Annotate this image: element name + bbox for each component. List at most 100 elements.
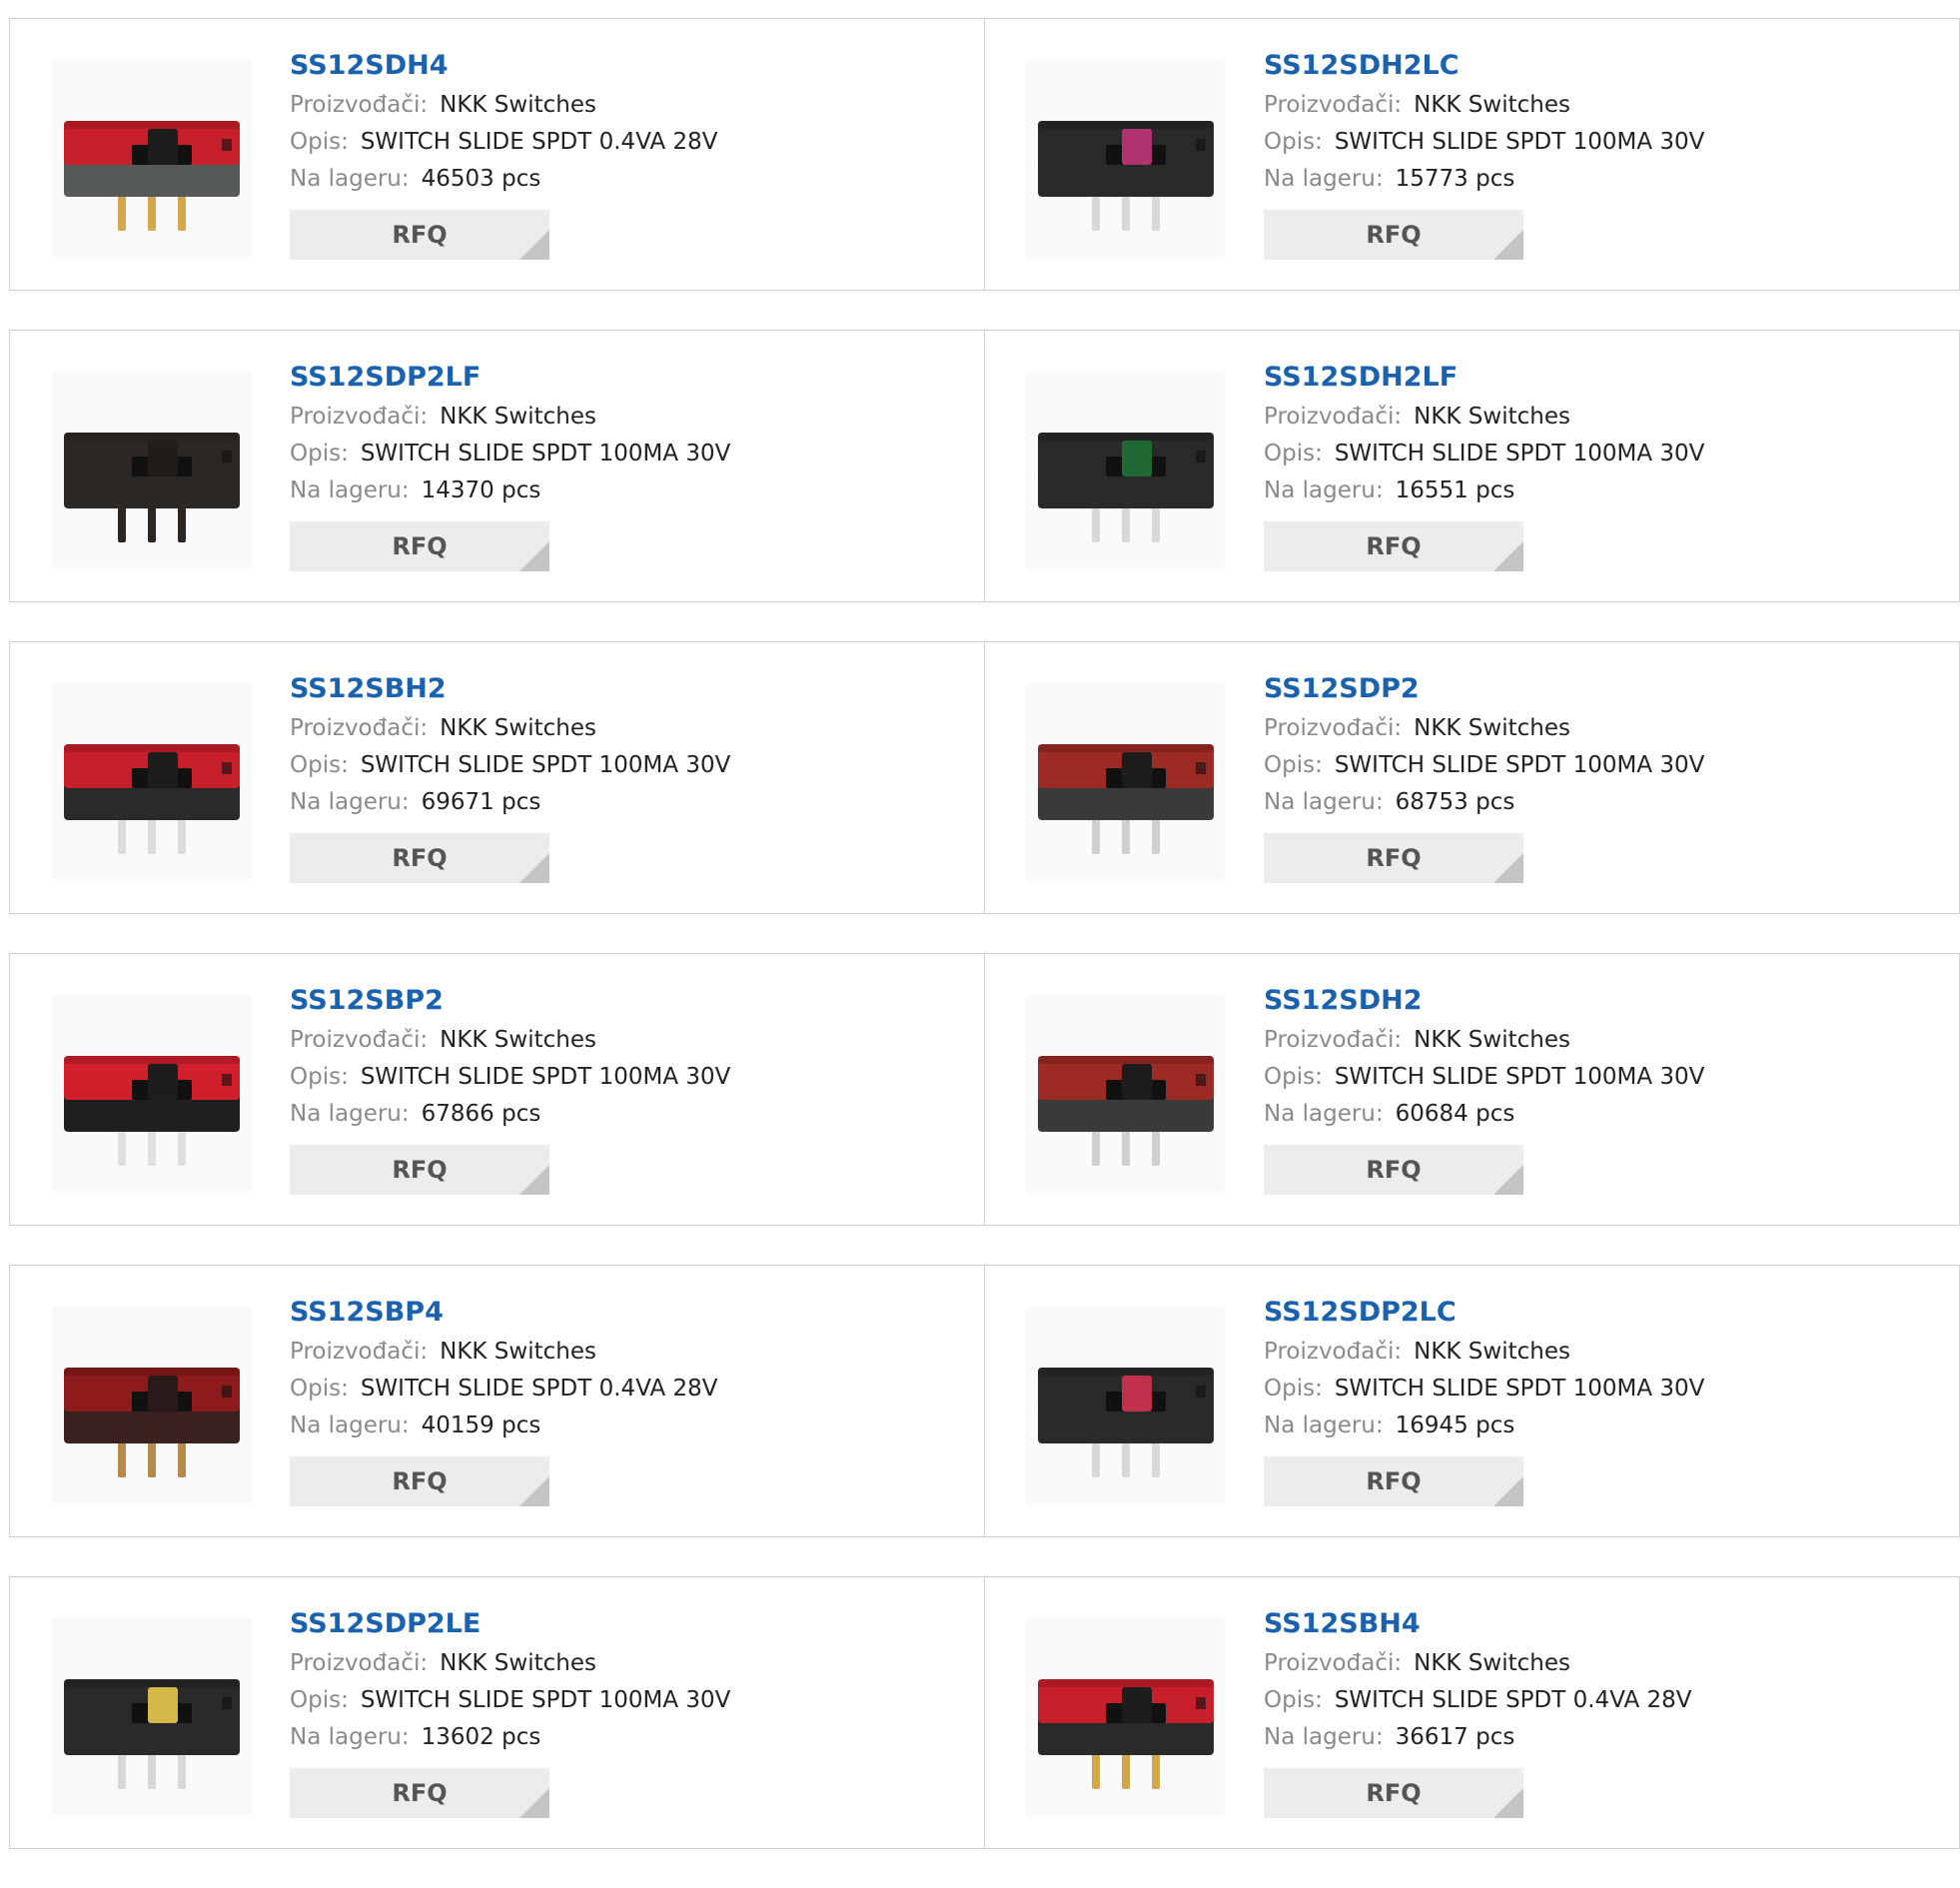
corner-triangle-icon (1493, 1165, 1523, 1195)
rfq-button[interactable]: RFQ (290, 1768, 549, 1818)
product-row: SS12SDH4 Proizvođači: NKK Switches Opis: S… (9, 18, 1960, 291)
part-number-link[interactable]: SS12SBP2 (290, 982, 730, 1022)
manufacturer-value: NKK Switches (1414, 1339, 1570, 1365)
stock-label: Na lageru: (290, 166, 410, 192)
switch-actuator (148, 441, 178, 476)
description-line: Opis: SWITCH SLIDE SPDT 100MA 30V (290, 747, 730, 784)
rfq-button[interactable]: RFQ (290, 1145, 549, 1195)
manufacturer-value: NKK Switches (440, 404, 596, 430)
switch-side-hole (1196, 1697, 1206, 1709)
switch-body-shade (64, 744, 240, 752)
description-label: Opis: (290, 1687, 349, 1713)
product-info: SS12SDP2 Proizvođači: NKK Switches Opis: S… (1264, 670, 1704, 883)
product-image[interactable] (1026, 1617, 1226, 1817)
description-value: SWITCH SLIDE SPDT 100MA 30V (360, 1687, 731, 1713)
stock-label: Na lageru: (1264, 477, 1384, 503)
manufacturer-line: Proizvođači: NKK Switches (290, 1645, 730, 1682)
rfq-label: RFQ (392, 221, 448, 249)
stock-line: Na lageru: 16945 pcs (1264, 1408, 1704, 1444)
product-image[interactable] (1026, 1306, 1226, 1505)
slide-switch-image (1038, 1056, 1214, 1166)
rfq-button[interactable]: RFQ (1264, 1768, 1523, 1818)
product-info: SS12SDP2LC Proizvođači: NKK Switches Opis… (1264, 1294, 1704, 1506)
rfq-button[interactable]: RFQ (290, 521, 549, 571)
description-line: Opis: SWITCH SLIDE SPDT 0.4VA 28V (290, 1371, 718, 1408)
slide-switch-image (64, 1056, 240, 1166)
manufacturer-label: Proizvođači: (1264, 92, 1403, 118)
stock-label: Na lageru: (290, 1724, 410, 1750)
switch-body-shade (64, 1368, 240, 1376)
product-image[interactable] (1026, 371, 1226, 570)
part-number-link[interactable]: SS12SDH4 (290, 47, 718, 87)
part-number-link[interactable]: SS12SDH2LC (1264, 47, 1704, 87)
product-card: SS12SDH4 Proizvođači: NKK Switches Opis: S… (9, 18, 985, 291)
manufacturer-label: Proizvođači: (1264, 715, 1403, 741)
manufacturer-label: Proizvođači: (1264, 1650, 1403, 1676)
switch-side-hole (1196, 139, 1206, 151)
description-line: Opis: SWITCH SLIDE SPDT 100MA 30V (1264, 747, 1704, 784)
product-info: SS12SDH2LF Proizvođači: NKK Switches Opis… (1264, 359, 1704, 571)
product-image[interactable] (52, 994, 252, 1194)
manufacturer-line: Proizvođači: NKK Switches (1264, 1022, 1704, 1059)
product-card: SS12SDP2LF Proizvođači: NKK Switches Opis… (9, 330, 985, 602)
product-info: SS12SDH2 Proizvođači: NKK Switches Opis: S… (1264, 982, 1704, 1195)
product-info: SS12SDH2LC Proizvođači: NKK Switches Opis… (1264, 47, 1704, 260)
stock-label: Na lageru: (290, 1101, 410, 1127)
part-number-link[interactable]: SS12SDH2LF (1264, 359, 1704, 399)
manufacturer-label: Proizvođači: (290, 1339, 429, 1365)
description-label: Opis: (290, 1064, 349, 1090)
product-image[interactable] (52, 682, 252, 882)
part-number-link[interactable]: SS12SDP2LF (290, 359, 730, 399)
description-label: Opis: (1264, 441, 1323, 467)
part-number-link[interactable]: SS12SDP2LE (290, 1605, 730, 1645)
rfq-button[interactable]: RFQ (1264, 1145, 1523, 1195)
stock-label: Na lageru: (290, 789, 410, 815)
product-card: SS12SBH4 Proizvođači: NKK Switches Opis: S… (985, 1576, 1960, 1849)
product-image[interactable] (52, 1306, 252, 1505)
slide-switch-image (1038, 744, 1214, 854)
rfq-button[interactable]: RFQ (1264, 1456, 1523, 1506)
product-image[interactable] (52, 59, 252, 259)
product-image[interactable] (52, 1617, 252, 1817)
rfq-label: RFQ (1366, 532, 1422, 560)
switch-side-hole (222, 451, 232, 463)
rfq-label: RFQ (1366, 844, 1422, 872)
rfq-button[interactable]: RFQ (290, 210, 549, 260)
part-number-link[interactable]: SS12SBH2 (290, 670, 730, 710)
manufacturer-value: NKK Switches (1414, 404, 1570, 430)
corner-triangle-icon (1493, 1788, 1523, 1818)
part-number-link[interactable]: SS12SBH4 (1264, 1605, 1692, 1645)
manufacturer-value: NKK Switches (1414, 1650, 1570, 1676)
stock-line: Na lageru: 60684 pcs (1264, 1096, 1704, 1133)
switch-body-shade (64, 1056, 240, 1064)
slide-switch-image (64, 1368, 240, 1477)
corner-triangle-icon (519, 230, 549, 260)
switch-body-shade (64, 121, 240, 129)
description-label: Opis: (290, 1376, 349, 1402)
manufacturer-line: Proizvođači: NKK Switches (290, 1334, 718, 1371)
stock-value: 46503 pcs (421, 166, 541, 192)
rfq-button[interactable]: RFQ (1264, 833, 1523, 883)
rfq-button[interactable]: RFQ (290, 1456, 549, 1506)
part-number-link[interactable]: SS12SDH2 (1264, 982, 1704, 1022)
part-number-link[interactable]: SS12SDP2 (1264, 670, 1704, 710)
switch-actuator (148, 1064, 178, 1100)
description-value: SWITCH SLIDE SPDT 100MA 30V (1334, 441, 1705, 467)
product-image[interactable] (52, 371, 252, 570)
rfq-button[interactable]: RFQ (1264, 521, 1523, 571)
rfq-button[interactable]: RFQ (1264, 210, 1523, 260)
switch-actuator (148, 1687, 178, 1723)
part-number-link[interactable]: SS12SBP4 (290, 1294, 718, 1334)
description-label: Opis: (1264, 129, 1323, 155)
rfq-button[interactable]: RFQ (290, 833, 549, 883)
product-image[interactable] (1026, 59, 1226, 259)
corner-triangle-icon (1493, 853, 1523, 883)
description-value: SWITCH SLIDE SPDT 0.4VA 28V (360, 129, 718, 155)
product-image[interactable] (1026, 682, 1226, 882)
description-label: Opis: (1264, 1687, 1323, 1713)
rfq-label: RFQ (392, 1467, 448, 1495)
stock-line: Na lageru: 13602 pcs (290, 1719, 730, 1756)
manufacturer-label: Proizvođači: (1264, 1027, 1403, 1053)
part-number-link[interactable]: SS12SDP2LC (1264, 1294, 1704, 1334)
product-image[interactable] (1026, 994, 1226, 1194)
